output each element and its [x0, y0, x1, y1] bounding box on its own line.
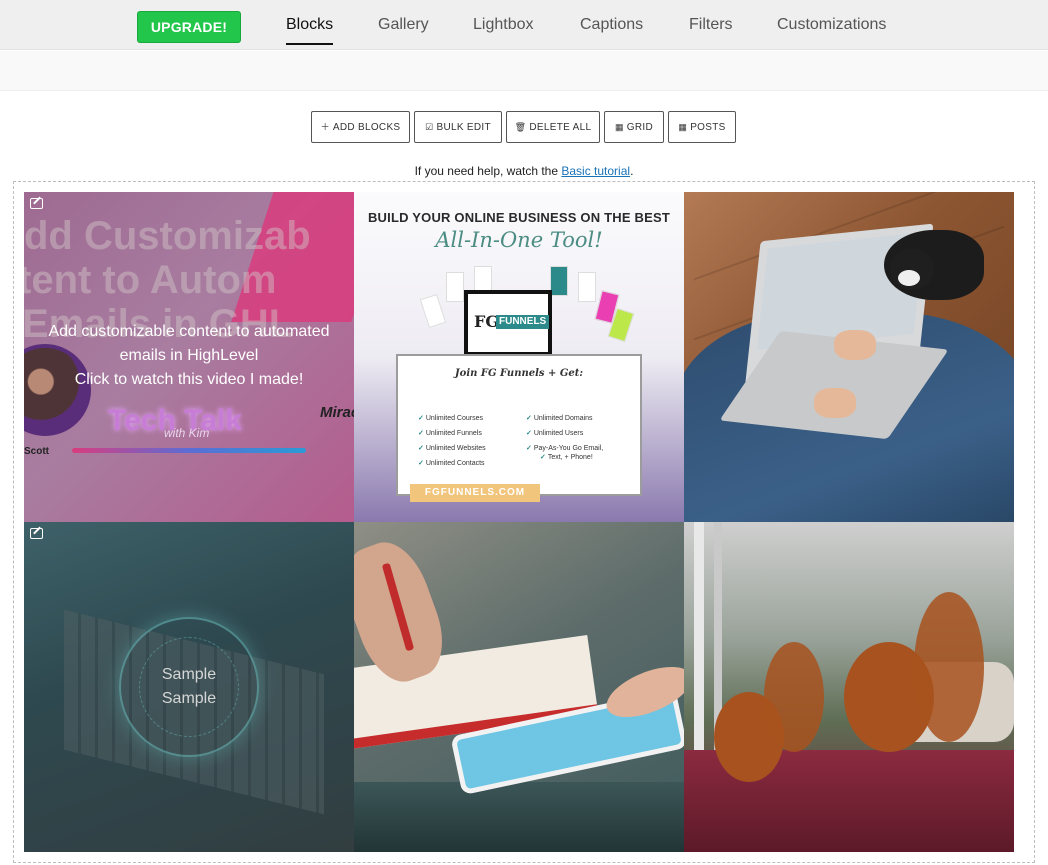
decorative-bar — [72, 448, 306, 453]
delete-all-label: DELETE ALL — [529, 122, 592, 133]
screenshot-card — [550, 266, 568, 296]
with-kim-text: with Kim — [164, 426, 210, 440]
feature-item: Unlimited Funnels — [418, 429, 482, 437]
squirrel-tail — [914, 592, 984, 742]
feature-box: Join FG Funnels + Get: Unlimited Courses… — [396, 354, 642, 496]
name-text: Scott — [24, 446, 49, 457]
feature-item-continued: Text, + Phone! — [540, 453, 593, 461]
plus-icon: ＋ — [320, 122, 330, 132]
feature-item: Unlimited Contacts — [418, 459, 485, 467]
help-text: If you need help, watch the Basic tutori… — [0, 164, 1048, 178]
upgrade-button[interactable]: UPGRADE! — [137, 11, 241, 43]
caption-line: Sample — [161, 666, 217, 683]
screenshot-card — [446, 272, 464, 302]
feature-item: Unlimited Courses — [418, 414, 483, 422]
block-tile-squirrels[interactable] — [684, 522, 1014, 852]
tab-captions[interactable]: Captions — [580, 16, 643, 46]
sub-bar — [0, 51, 1048, 91]
caption-line: Sample — [161, 690, 217, 707]
add-blocks-label: ADD BLOCKS — [332, 122, 401, 133]
logo-funnels: FUNNELS — [496, 315, 550, 329]
posts-button[interactable]: ▦ POSTS — [668, 111, 736, 143]
script-name-text: Mirac — [320, 404, 354, 421]
hand — [834, 330, 876, 360]
top-nav-bar: UPGRADE! Blocks Gallery Lightbox Caption… — [0, 0, 1048, 50]
tab-blocks[interactable]: Blocks — [286, 16, 334, 46]
table-surface — [354, 782, 684, 852]
caption-line: Click to watch this video I made! — [74, 371, 304, 388]
ad-subhead: All-In-One Tool! — [435, 228, 603, 252]
block-tile-phone-notebook[interactable] — [354, 522, 684, 852]
caption-line: Add customizable content to automated — [48, 323, 330, 340]
grid-icon: ▦ — [614, 122, 624, 132]
block-tile-video[interactable]: dd Customizab tent to Autom Emails in GH… — [24, 192, 354, 522]
tab-filters[interactable]: Filters — [689, 16, 733, 46]
squirrel-tail — [764, 642, 824, 752]
tile-background-text: dd Customizab — [24, 214, 311, 258]
tab-gallery[interactable]: Gallery — [378, 16, 429, 46]
screenshot-card — [419, 293, 447, 329]
tile-caption: Add customizable content to automated em… — [24, 320, 354, 392]
delete-all-button[interactable]: 🗑 DELETE ALL — [506, 111, 600, 143]
feature-item: Unlimited Websites — [418, 444, 486, 452]
ad-headline: BUILD YOUR ONLINE BUSINESS ON THE BEST — [367, 210, 671, 225]
feature-item: Unlimited Users — [526, 429, 583, 437]
tile-background-text: tent to Autom — [24, 258, 277, 302]
edit-icon[interactable] — [30, 528, 43, 539]
block-tile-laptop-cat[interactable] — [684, 192, 1014, 522]
tab-customizations[interactable]: Customizations — [777, 16, 886, 46]
grid-button[interactable]: ▦ GRID — [604, 111, 664, 143]
caption-line: emails in HighLevel — [119, 347, 259, 364]
monitor-illustration: FG FUNNELS — [464, 290, 552, 356]
grid-label: GRID — [626, 122, 653, 133]
join-heading: Join FG Funnels + Get: — [454, 368, 584, 379]
posts-label: POSTS — [690, 122, 726, 133]
help-prefix: If you need help, watch the — [414, 164, 562, 178]
trash-icon: 🗑 — [514, 122, 527, 132]
block-tile-fgfunnels[interactable]: BUILD YOUR ONLINE BUSINESS ON THE BEST A… — [354, 192, 684, 522]
grid-icon: ▦ — [678, 122, 688, 132]
block-tile-sample[interactable]: Sample Sample — [24, 522, 354, 852]
cat-face — [898, 270, 920, 286]
hand — [814, 388, 856, 418]
bulk-edit-label: BULK EDIT — [436, 122, 491, 133]
feature-item: Unlimited Domains — [526, 414, 593, 422]
add-blocks-button[interactable]: ＋ ADD BLOCKS — [311, 111, 410, 143]
help-suffix: . — [630, 164, 634, 178]
bulk-edit-button[interactable]: ☑ BULK EDIT — [414, 111, 502, 143]
edit-icon[interactable] — [30, 198, 43, 209]
screenshot-card — [578, 272, 596, 302]
check-square-icon: ☑ — [425, 122, 434, 132]
basic-tutorial-link[interactable]: Basic tutorial — [561, 164, 630, 178]
tab-lightbox[interactable]: Lightbox — [473, 16, 534, 46]
fgfunnels-cta: FGFUNNELS.COM — [410, 484, 540, 502]
tile-caption: Sample Sample — [24, 663, 354, 711]
feature-item: Pay-As-You Go Email, — [526, 444, 603, 452]
